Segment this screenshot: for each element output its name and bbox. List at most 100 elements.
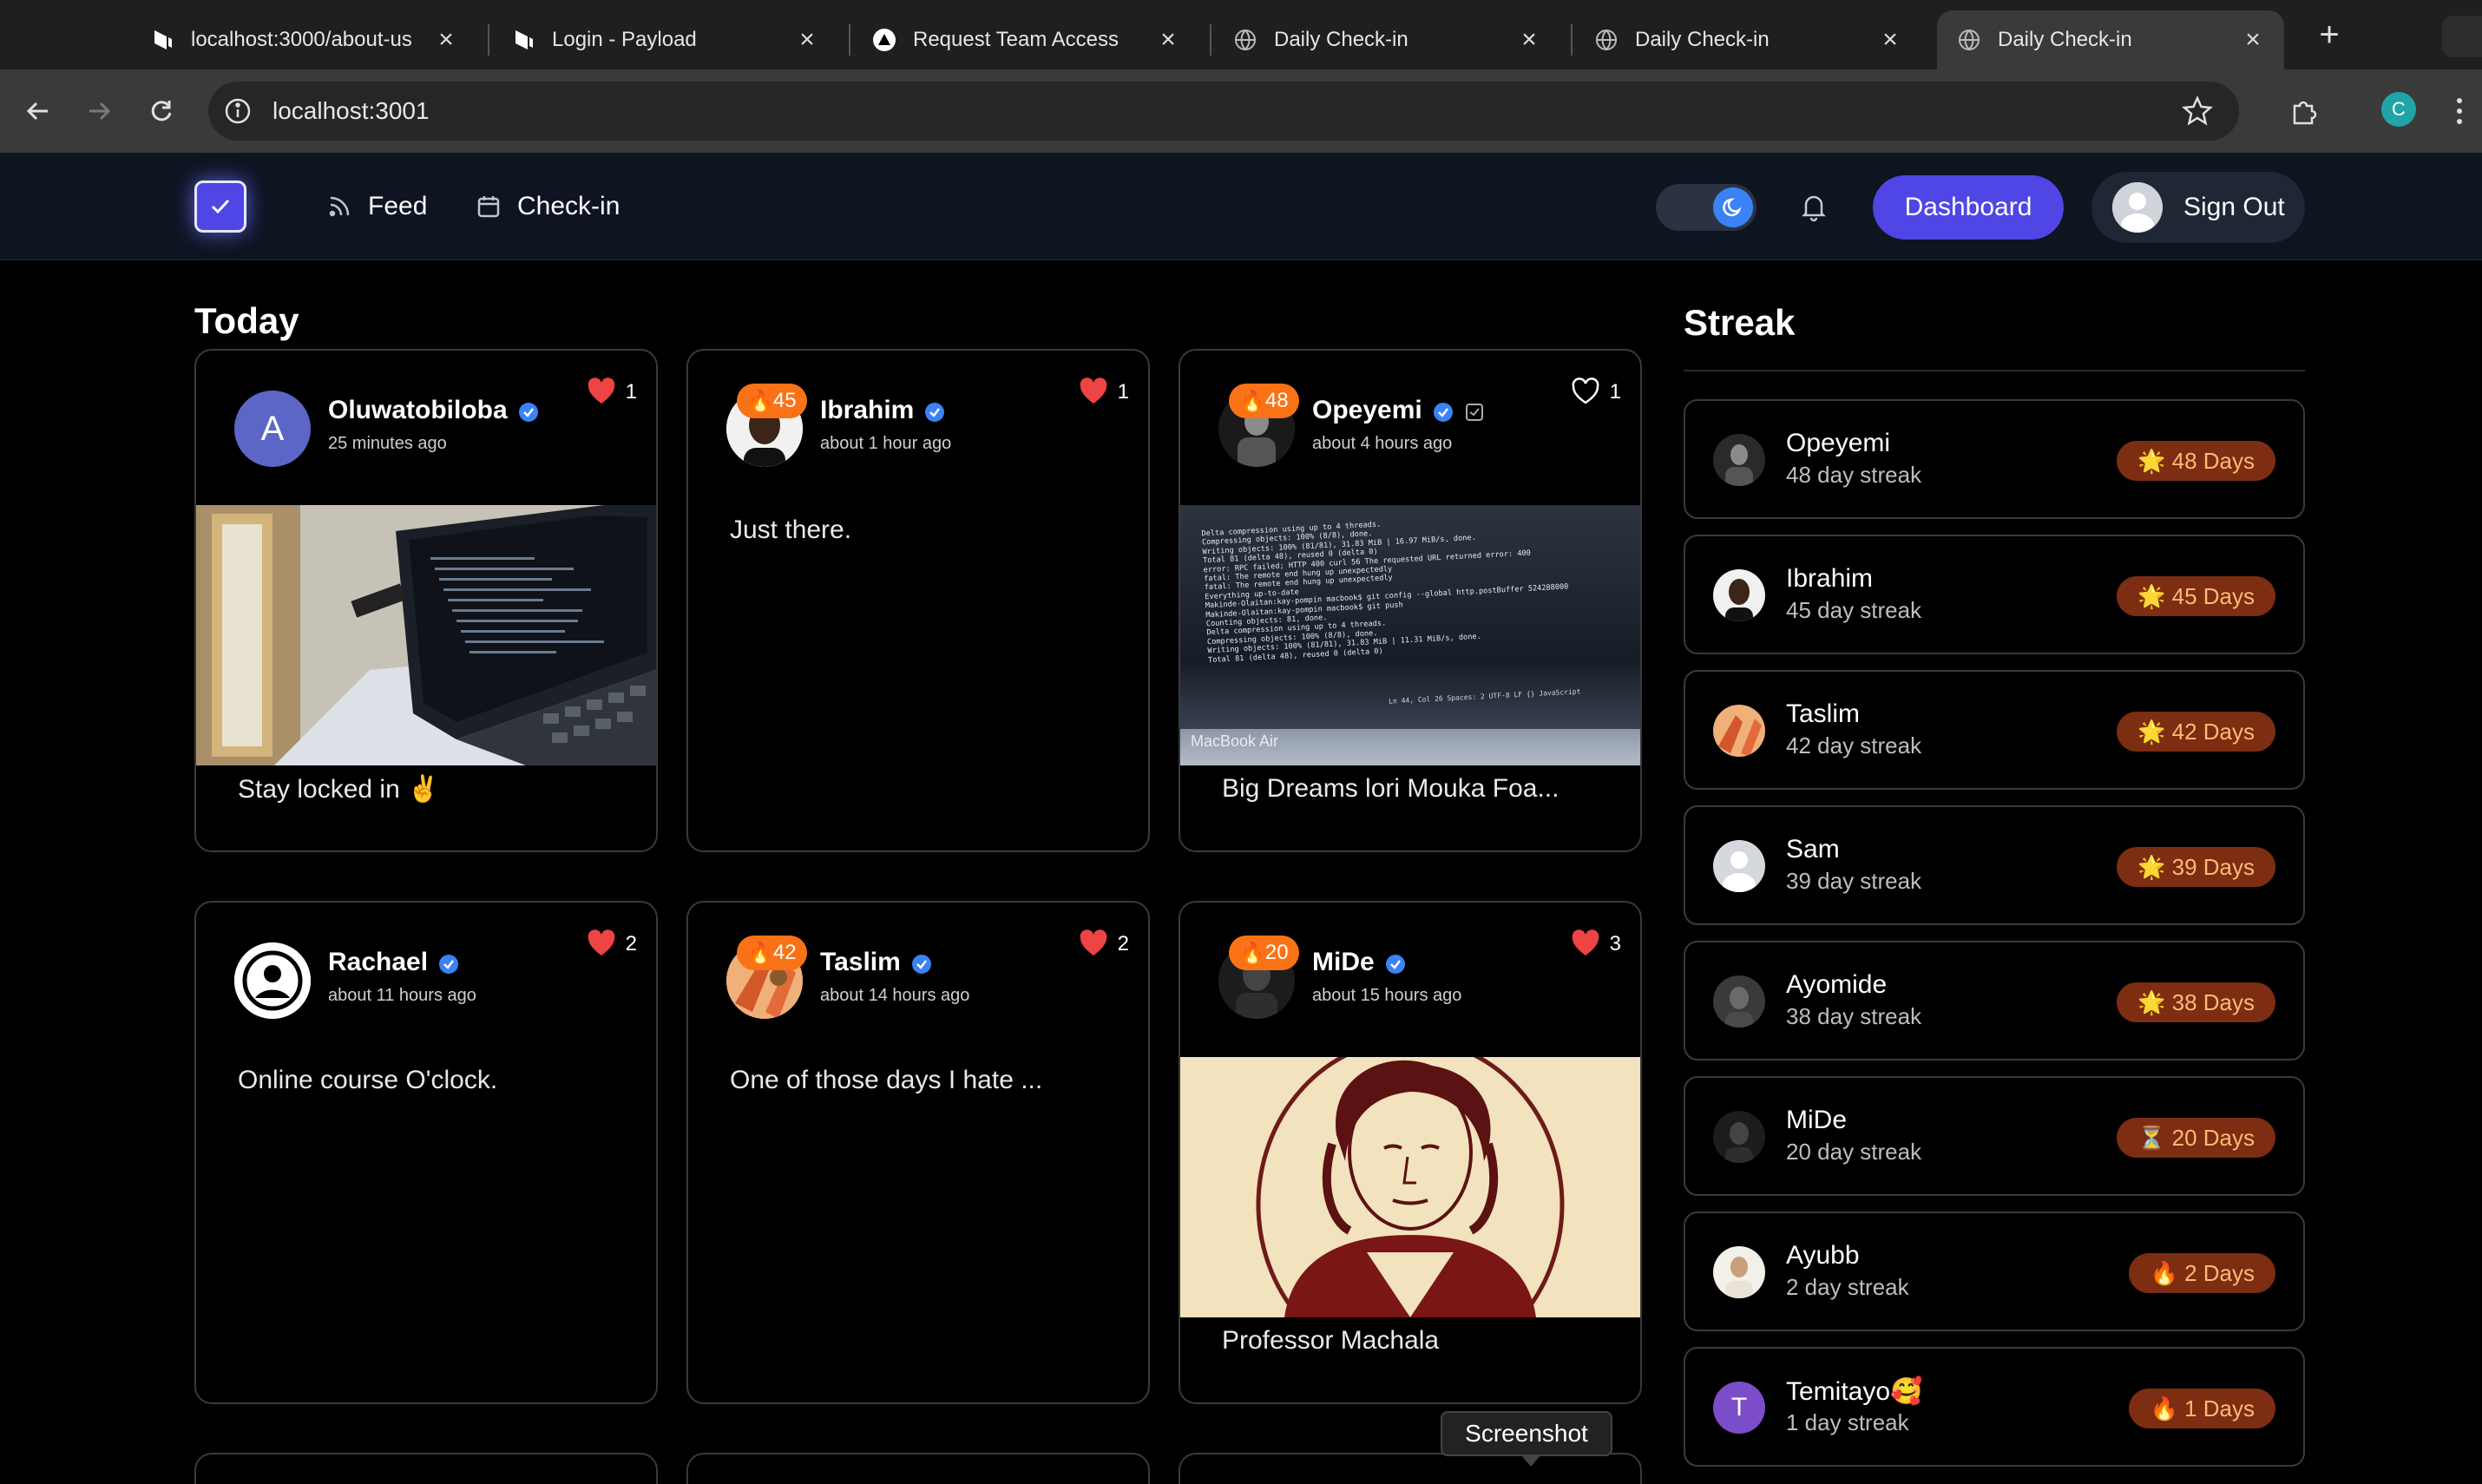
streak-description: 45 day streak [1786, 597, 1922, 623]
author-name: Oluwatobiloba [328, 396, 508, 424]
post-card[interactable] [1179, 1453, 1642, 1484]
browser-tab[interactable]: Daily Check-in × [1574, 10, 1921, 69]
browser-tab[interactable]: Daily Check-in × [1213, 10, 1560, 69]
post-card[interactable]: 🔥 20 MiDe about 15 hours ago 3 Professor… [1179, 901, 1642, 1404]
post-image-terminal[interactable]: Delta compression using up to 4 threads.… [1180, 505, 1640, 765]
fire-icon: 🔥 [1239, 941, 1265, 965]
browser-toolbar: localhost:3001 [0, 69, 2482, 153]
post-card[interactable] [194, 1453, 658, 1484]
close-icon[interactable]: × [1878, 25, 1902, 55]
streak-row[interactable]: T Temitayo🥰 1 day streak 🔥 1 Days [1684, 1347, 2305, 1467]
close-icon[interactable]: × [1517, 25, 1541, 55]
nav-checkin-link[interactable]: Check-in [476, 186, 620, 227]
streak-row[interactable]: Opeyemi 48 day streak 🌟 48 Days [1684, 399, 2305, 519]
streak-days: 48 Days [2171, 447, 2255, 474]
nav-checkin-label: Check-in [517, 192, 620, 220]
back-button[interactable] [16, 89, 61, 134]
close-icon[interactable]: × [2241, 25, 2265, 55]
user-avatar [2112, 182, 2163, 233]
screen: localhost:3000/about-us × Login - Payloa… [0, 0, 2482, 1484]
like-button[interactable]: 1 [1570, 377, 1621, 408]
like-button[interactable]: 1 [586, 377, 637, 408]
verified-badge-icon [1433, 400, 1454, 422]
star-icon: 🌟 [2137, 853, 2166, 880]
browser-tab[interactable]: Login - Payload × [491, 10, 838, 69]
new-tab-button[interactable]: + [2308, 16, 2350, 57]
streak-days: 39 Days [2171, 853, 2255, 880]
browser-tab[interactable]: localhost:3000/about-us × [130, 10, 477, 69]
streak-days-badge: 🌟 39 Days [2117, 847, 2275, 887]
streak-row[interactable]: Ayomide 38 day streak 🌟 38 Days [1684, 941, 2305, 1060]
streak-badge: 🔥 45 [737, 384, 807, 418]
avatar: T [1713, 1382, 1765, 1434]
streak-count: 20 [1264, 941, 1289, 964]
post-caption: Just there. [730, 515, 852, 544]
post-card[interactable] [686, 1453, 1150, 1484]
streak-days-badge: 🌟 38 Days [2117, 982, 2275, 1022]
post-caption: Big Dreams lori Mouka Foa... [1222, 774, 1559, 803]
close-icon[interactable]: × [434, 25, 458, 55]
streak-days-badge: 🌟 45 Days [2117, 576, 2275, 616]
close-icon[interactable]: × [795, 25, 819, 55]
avatar-initial: T [1730, 1393, 1748, 1422]
streak-days-badge: 🌟 48 Days [2117, 441, 2275, 481]
streak-user-name: Ibrahim [1786, 564, 1874, 593]
post-card[interactable]: A Oluwatobiloba 25 minutes ago 1 Stay lo… [194, 349, 658, 852]
streak-row[interactable]: Ayubb 2 day streak 🔥 2 Days [1684, 1211, 2305, 1331]
post-author: Rachael [328, 948, 459, 977]
heart-filled-icon [586, 929, 617, 960]
avatar [1713, 975, 1765, 1028]
like-count: 1 [1117, 380, 1129, 404]
verified-badge-icon [518, 400, 539, 422]
post-card[interactable]: 🔥 48 Opeyemi about 4 hours ago 1 Delta co… [1179, 349, 1642, 852]
close-icon[interactable]: × [1156, 25, 1180, 55]
tab-search-button[interactable] [2442, 16, 2482, 57]
streak-user-name: Taslim [1786, 699, 1861, 728]
streak-days: 1 Days [2184, 1395, 2255, 1422]
avatar [234, 942, 311, 1019]
sign-out-button[interactable]: Sign Out [2091, 172, 2305, 243]
notifications-bell-icon[interactable] [1793, 186, 1835, 227]
streak-description: 48 day streak [1786, 462, 1922, 488]
post-card[interactable]: 🔥 45 Ibrahim about 1 hour ago 1 Just ther… [686, 349, 1150, 852]
post-time: about 11 hours ago [328, 986, 476, 1005]
browser-tab[interactable]: Request Team Access × [852, 10, 1199, 69]
post-image-portrait[interactable] [1180, 1057, 1640, 1317]
post-card[interactable]: 🔥 42 Taslim about 14 hours ago 2 One of t… [686, 901, 1150, 1404]
post-time: about 15 hours ago [1312, 986, 1462, 1005]
tab-separator [1571, 24, 1573, 56]
app-logo-checkmark-icon[interactable] [194, 181, 246, 233]
streak-title: Streak [1684, 302, 1796, 343]
like-button[interactable]: 1 [1078, 377, 1129, 408]
post-card[interactable]: Rachael about 11 hours ago 2 Online cour… [194, 901, 658, 1404]
nav-feed-link[interactable]: Feed [326, 186, 427, 227]
tab-title: Daily Check-in [1274, 28, 1408, 51]
browser-tab-active[interactable]: Daily Check-in × [1937, 10, 2284, 69]
like-button[interactable]: 2 [586, 929, 637, 960]
streak-row[interactable]: MiDe 20 day streak ⏳ 20 Days [1684, 1076, 2305, 1196]
post-time: 25 minutes ago [328, 434, 447, 453]
theme-toggle[interactable] [1656, 184, 1756, 231]
post-author: Opeyemi [1312, 396, 1485, 425]
streak-row[interactable]: Sam 39 day streak 🌟 39 Days [1684, 805, 2305, 925]
extensions-icon[interactable] [2284, 90, 2326, 132]
post-author: Oluwatobiloba [328, 396, 539, 425]
site-info-icon[interactable] [222, 95, 253, 127]
like-button[interactable]: 2 [1078, 929, 1129, 960]
streak-row[interactable]: Ibrahim 45 day streak 🌟 45 Days [1684, 535, 2305, 654]
streak-row[interactable]: Taslim 42 day streak 🌟 42 Days [1684, 670, 2305, 790]
streak-description: 20 day streak [1786, 1139, 1922, 1165]
reload-button[interactable] [139, 89, 184, 134]
like-button[interactable]: 3 [1570, 929, 1621, 960]
post-caption: Online course O'clock. [238, 1066, 498, 1094]
address-bar[interactable]: localhost:3001 [208, 82, 2239, 141]
browser-profile-avatar[interactable]: C [2381, 92, 2416, 127]
dashboard-button[interactable]: Dashboard [1873, 175, 2064, 240]
post-image-laptop[interactable] [196, 505, 656, 765]
bookmark-star-icon[interactable] [2180, 94, 2215, 128]
more-menu-icon[interactable] [2439, 90, 2480, 132]
fire-icon: 🔥 [2150, 1259, 2178, 1286]
forward-button[interactable] [76, 89, 121, 134]
streak-user-name: Ayubb [1786, 1241, 1860, 1270]
streak-badge: 🔥 20 [1229, 936, 1299, 970]
